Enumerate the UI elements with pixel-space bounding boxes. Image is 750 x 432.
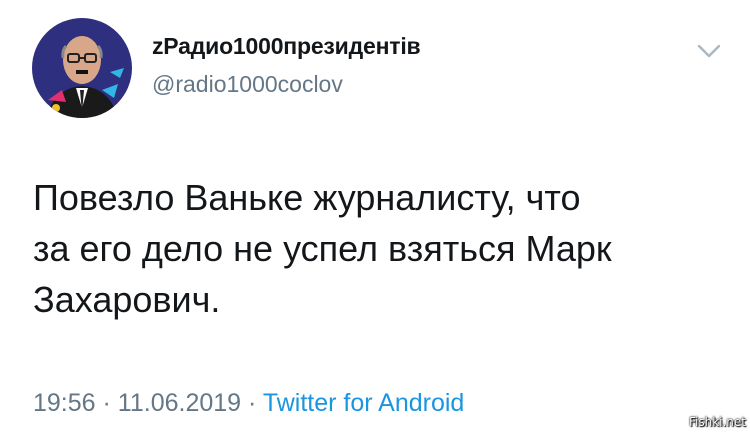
tweet-text: Повезло Ваньке журналисту, что за его дел… <box>33 172 713 325</box>
watermark: Fishki.net <box>688 415 746 429</box>
display-name[interactable]: zРадио1000президентів <box>152 33 421 60</box>
chevron-down-icon[interactable] <box>696 42 722 60</box>
meta-separator: · <box>102 389 111 417</box>
tweet-text-line: Повезло Ваньке журналисту, что <box>33 177 581 218</box>
tweet-text-line: за его дело не успел взяться Марк <box>33 228 612 269</box>
avatar-image <box>32 18 132 118</box>
tweet-time[interactable]: 19:56 <box>33 389 96 417</box>
meta-separator: · <box>248 389 257 417</box>
tweet-date[interactable]: 11.06.2019 <box>118 389 241 417</box>
user-handle[interactable]: @radio1000coclov <box>152 71 343 98</box>
tweet-source-link[interactable]: Twitter for Android <box>263 389 464 417</box>
tweet-text-line: Захарович. <box>33 279 221 320</box>
tweet-meta: 19:56 · 11.06.2019 · Twitter for Android <box>33 389 464 418</box>
avatar[interactable] <box>32 18 132 118</box>
